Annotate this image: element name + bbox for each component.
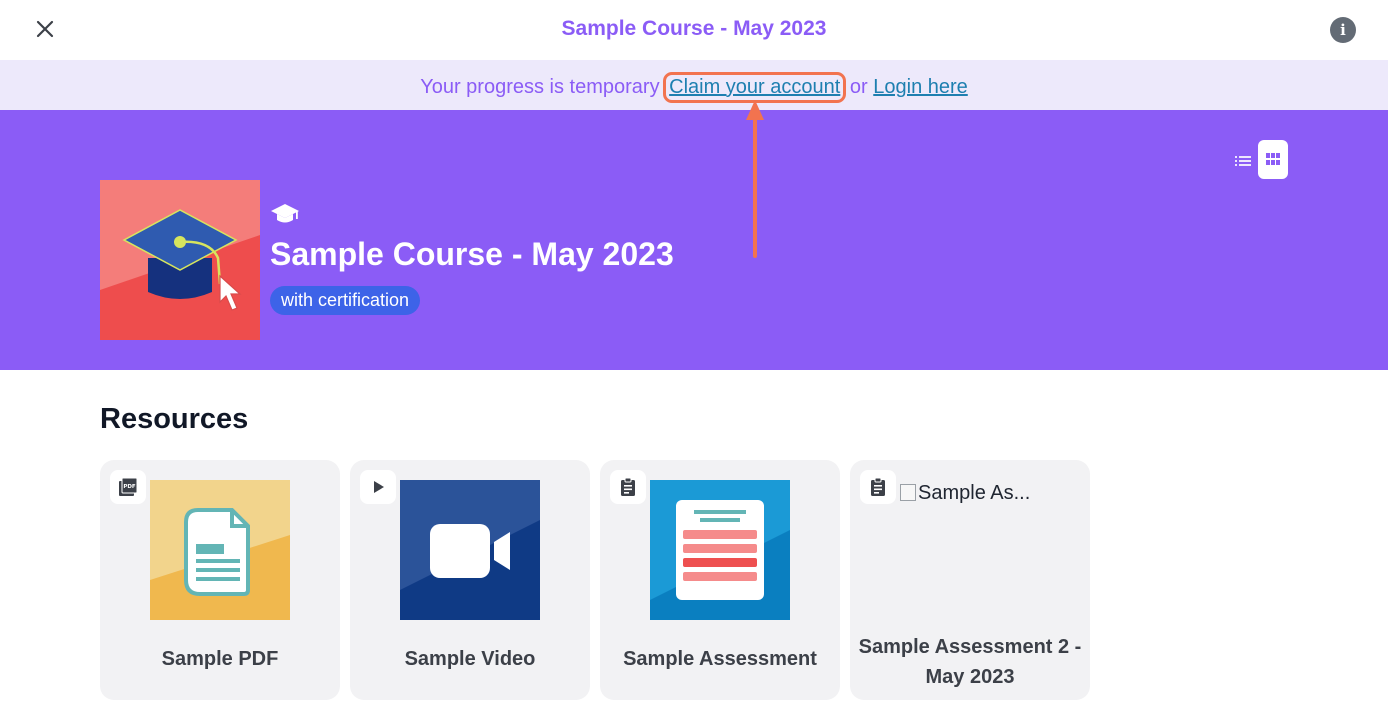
info-button[interactable]: i [1330,17,1356,43]
resource-label: Sample PDF [161,648,279,670]
temporary-progress-banner: Your progress is temporary Claim your ac… [0,60,1388,110]
video-thumbnail [400,480,540,620]
assessment-thumbnail [650,480,790,620]
clipboard-icon [621,477,635,496]
certification-badge: with certification [270,286,421,315]
notice-text: Your progress is temporary [420,76,660,98]
pdf-type-badge: PDF [110,470,146,504]
course-title: Sample Course - May 2023 [270,236,674,272]
resource-label: Sample Assessment 2 - May 2023 [858,636,1082,688]
page-title: Sample Course - May 2023 [561,17,827,40]
resource-label: Sample Assessment [623,648,817,670]
course-thumbnail [100,180,260,340]
grid-view-toggle[interactable] [1258,140,1288,179]
video-type-badge [360,470,396,504]
pdf-thumbnail [150,480,290,620]
info-icon: i [1340,21,1346,39]
resources-heading: Resources [100,403,249,435]
course-hero: Sample Course - May 2023 with certificat… [0,110,1388,370]
broken-image-placeholder: Sample As... [900,482,1040,505]
list-view-toggle[interactable] [1232,151,1254,173]
play-icon [374,481,384,493]
grid-view-icon [1266,153,1280,165]
graduation-cap-icon [270,202,300,226]
assessment-type-badge [610,470,646,504]
login-link[interactable]: Login here [873,76,968,98]
resource-card-assessment[interactable]: Sample Assessment [600,460,840,700]
broken-image-icon [900,484,916,501]
resource-card-assessment-2[interactable]: Sample As... Sample Assessment 2 - May 2… [850,460,1090,700]
pdf-icon: PDF [119,477,138,496]
resource-card-video[interactable]: Sample Video [350,460,590,700]
claim-account-link[interactable]: Claim your account [669,76,840,98]
resource-card-pdf[interactable]: PDF Sample PDF [100,460,340,700]
clipboard-icon [871,477,885,496]
list-view-icon [1235,156,1251,166]
assessment-type-badge [860,470,896,504]
claim-account-highlight: Claim your account [663,72,847,103]
resource-label: Sample Video [404,648,536,670]
top-bar: Sample Course - May 2023 i [0,0,1388,60]
svg-text:PDF: PDF [123,484,136,490]
image-alt-text: Sample As... [918,482,1031,504]
notice-separator: or [849,76,868,98]
